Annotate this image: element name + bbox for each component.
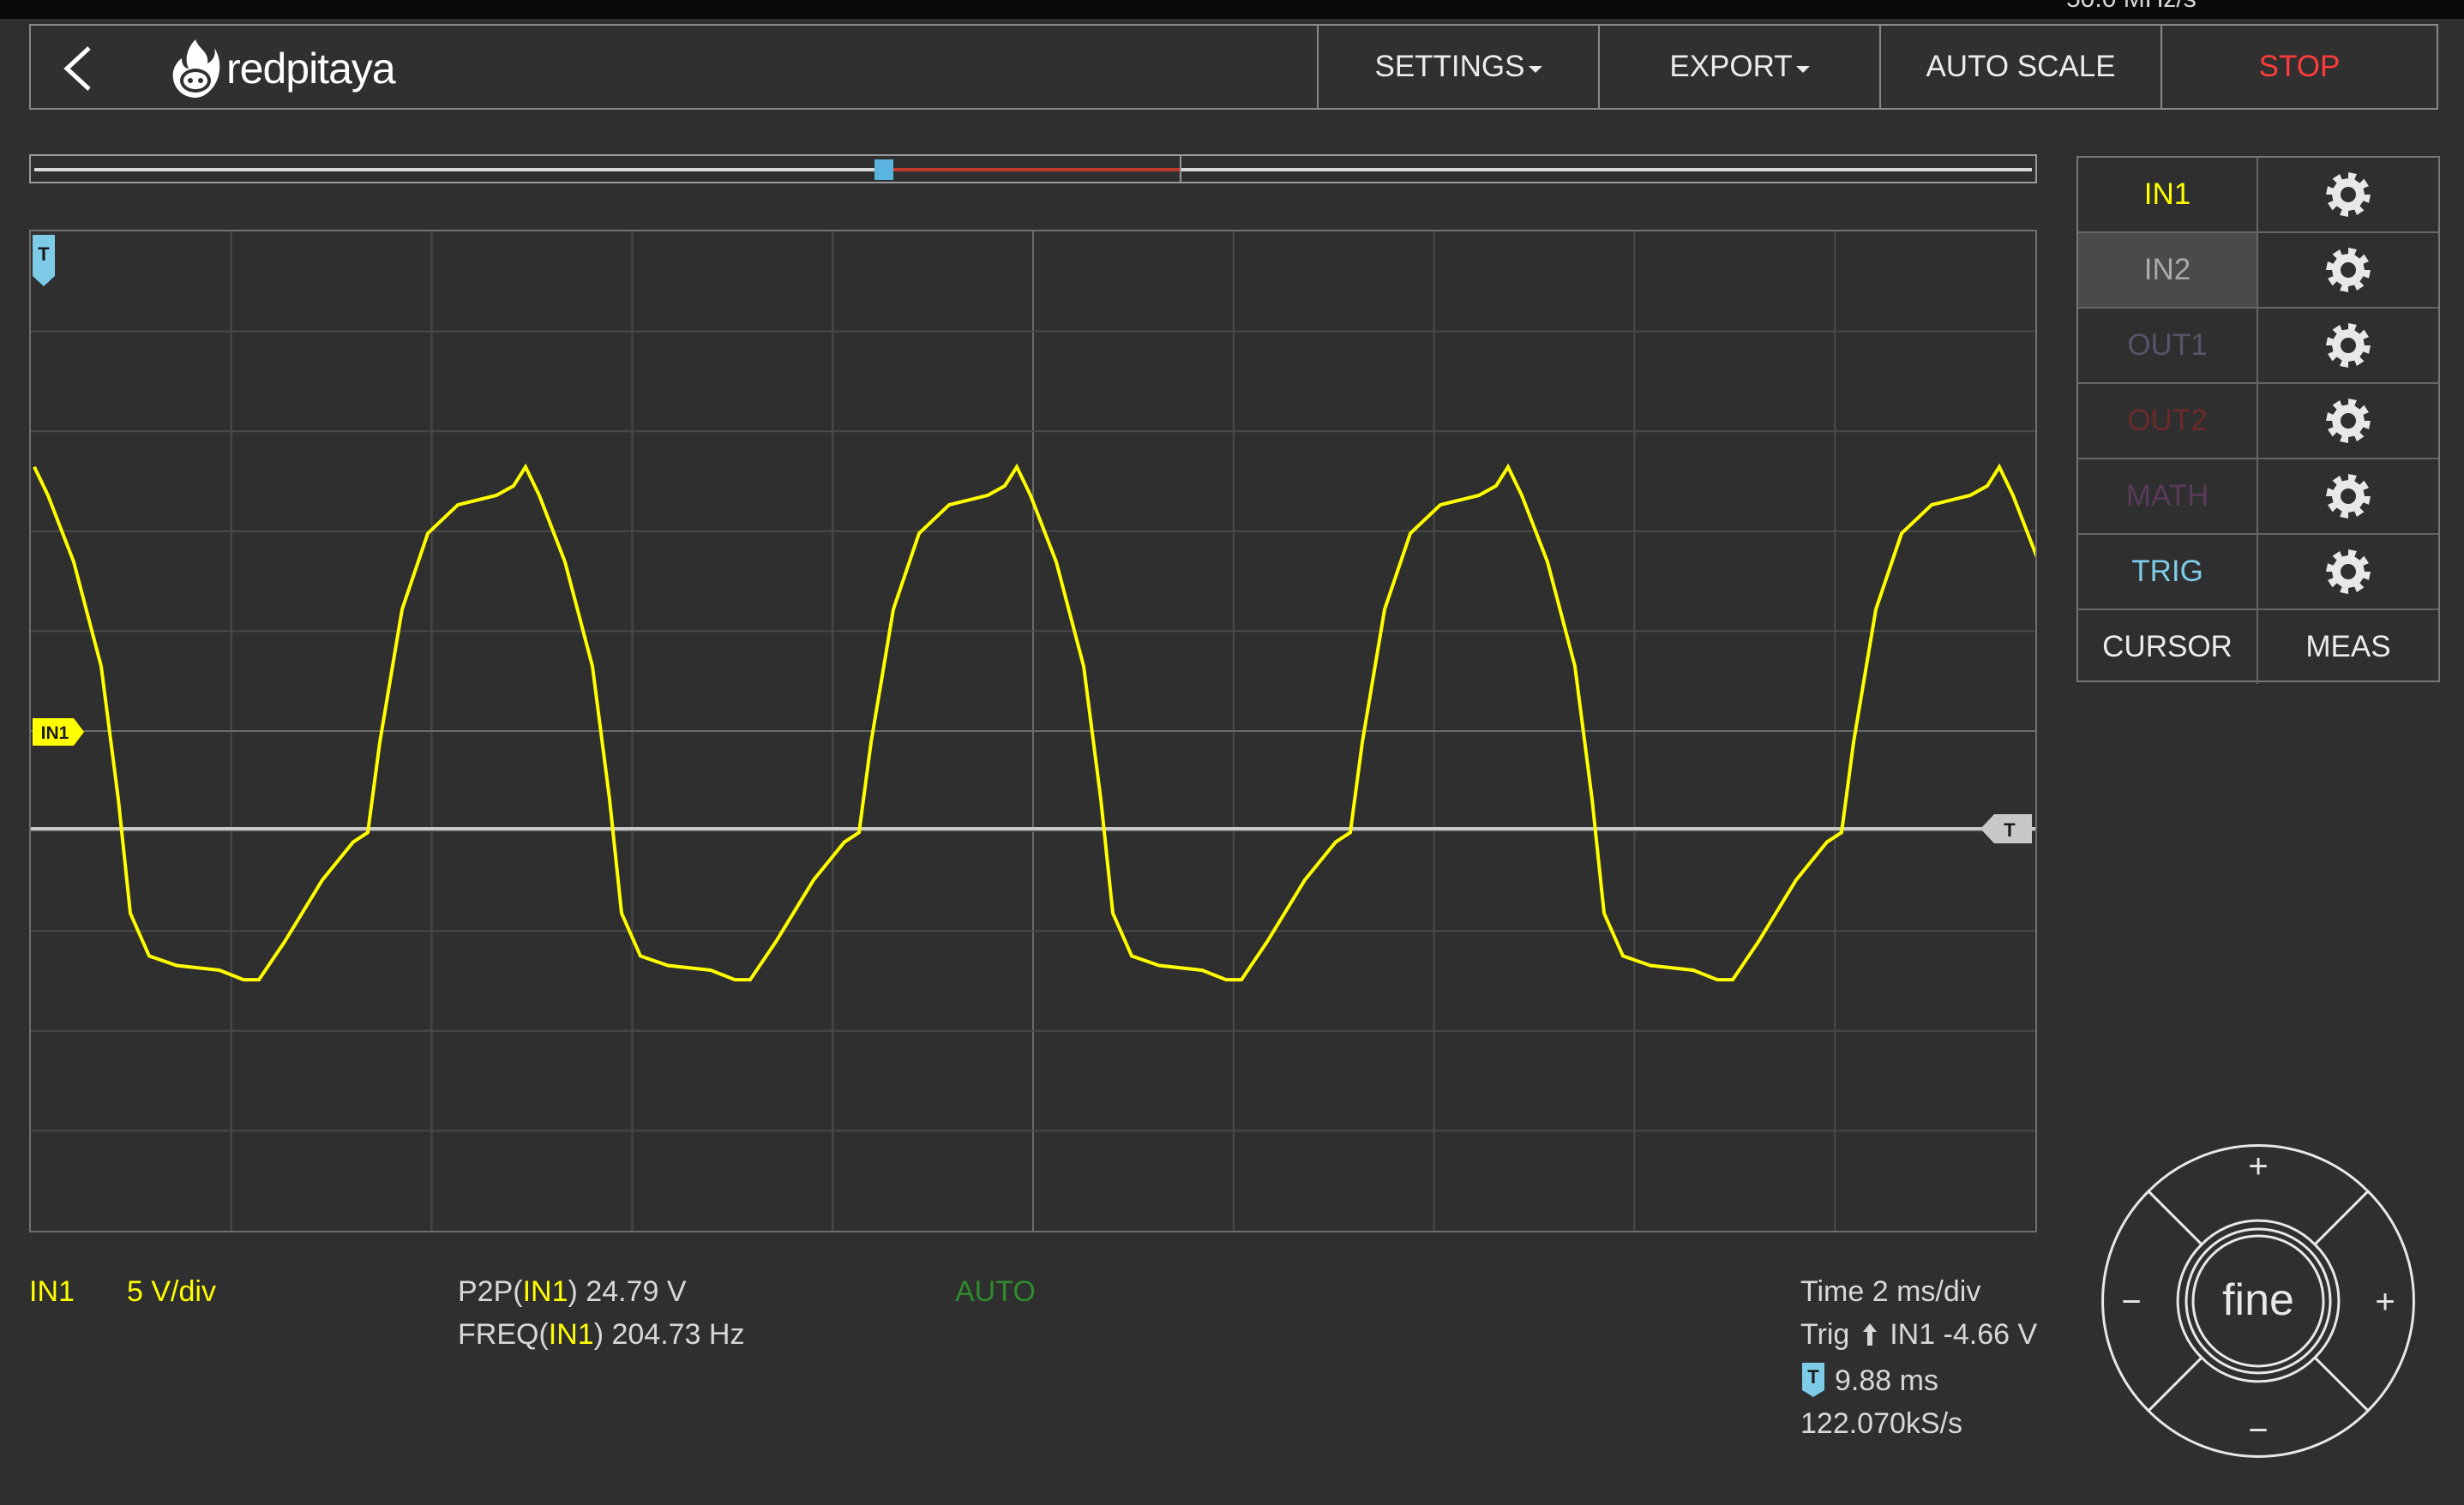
dial-minus-bottom: − — [2248, 1412, 2268, 1449]
trig-settings-button[interactable] — [2258, 535, 2438, 609]
caret-down-icon — [1795, 66, 1810, 73]
gear-icon — [2326, 549, 2371, 594]
p2p-value: ) 24.79 V — [568, 1275, 687, 1308]
delay-value: 9.88 ms — [1835, 1364, 1938, 1397]
timeline-divider — [1180, 156, 1181, 182]
trigger-marker-label: T — [38, 243, 50, 265]
logo-text: redpitaya — [226, 45, 396, 93]
out1-settings-button[interactable] — [2258, 309, 2438, 382]
in2-settings-button[interactable] — [2258, 233, 2438, 307]
trig-value: IN1 -4.66 V — [1890, 1318, 2038, 1351]
in1-waveform — [33, 463, 2035, 982]
auto-scale-button[interactable]: AUTO SCALE — [1879, 26, 2161, 108]
meas-button[interactable]: MEAS — [2258, 610, 2438, 684]
gear-icon — [2326, 248, 2371, 292]
timeline-view-window — [890, 168, 1181, 171]
gear-icon — [2326, 323, 2371, 368]
cursor-button[interactable]: CURSOR — [2078, 610, 2258, 684]
channel-row-out2: OUT2 — [2078, 384, 2438, 459]
stop-label: STOP — [2258, 50, 2341, 83]
export-menu-button[interactable]: EXPORT — [1598, 26, 1879, 108]
in1-channel-button[interactable]: IN1 — [2078, 158, 2258, 231]
p2p-prefix: P2P( — [458, 1275, 523, 1308]
trigger-badge-label: T — [1807, 1366, 1819, 1388]
math-settings-button[interactable] — [2258, 459, 2438, 533]
export-label: EXPORT — [1669, 50, 1793, 83]
acquisition-mode: AUTO — [955, 1275, 1036, 1308]
back-arrow-icon[interactable] — [58, 45, 101, 93]
trigger-info: Trig IN1 -4.66 V — [1800, 1318, 2037, 1352]
timeline-trigger-handle[interactable] — [874, 159, 893, 180]
gear-icon — [2326, 474, 2371, 519]
trigger-delay: T 9.88 ms — [1800, 1361, 1938, 1399]
channel-scale: 5 V/div — [127, 1275, 216, 1308]
freq-value: ) 204.73 Hz — [593, 1318, 745, 1351]
trig-channel-button[interactable]: TRIG — [2078, 535, 2258, 609]
channel-row-in2: IN2 — [2078, 233, 2438, 309]
freq-prefix: FREQ( — [458, 1318, 549, 1351]
dial-fine-label: fine — [2222, 1275, 2294, 1325]
tools-row: CURSOR MEAS — [2078, 610, 2438, 686]
top-readout: 50.0 MHz/s — [2066, 0, 2197, 14]
in1-offset-marker[interactable]: IN1 — [33, 718, 84, 746]
channel-row-out1: OUT1 — [2078, 309, 2438, 384]
channel-row-in1: IN1 — [2078, 158, 2438, 233]
trigger-level-label: T — [2004, 819, 2016, 841]
trigger-position-marker[interactable]: T — [33, 235, 55, 286]
out2-channel-button[interactable]: OUT2 — [2078, 384, 2258, 458]
dial-plus-top: + — [2248, 1148, 2268, 1185]
freq-measurement: FREQ(IN1) 204.73 Hz — [458, 1318, 744, 1352]
trigger-badge-icon: T — [1802, 1363, 1824, 1397]
settings-label: SETTINGS — [1374, 50, 1525, 83]
flame-logo-icon — [172, 39, 220, 98]
top-strip: 50.0 MHz/s — [0, 0, 2464, 19]
channel-label: IN1 — [29, 1275, 75, 1308]
auto-scale-label: AUTO SCALE — [1926, 50, 2116, 83]
dial-minus-left: − — [2121, 1283, 2141, 1321]
rising-edge-arrow-icon — [1862, 1323, 1877, 1346]
time-base: Time 2 ms/div — [1800, 1275, 1981, 1308]
dial-plus-right: + — [2375, 1283, 2395, 1321]
settings-menu-button[interactable]: SETTINGS — [1317, 26, 1598, 108]
caret-down-icon — [1528, 66, 1542, 73]
navigation-dial: fine + + − − — [2101, 1144, 2415, 1458]
in1-settings-button[interactable] — [2258, 158, 2438, 231]
header-bar: redpitaya SETTINGS EXPORT AUTO SCALE STO… — [29, 24, 2438, 110]
scope-canvas: T IN1 T — [31, 231, 2035, 1231]
out1-channel-button[interactable]: OUT1 — [2078, 309, 2258, 382]
scope-grid — [31, 231, 2035, 1231]
buffer-timeline[interactable] — [29, 154, 2037, 183]
in2-channel-button[interactable]: IN2 — [2078, 233, 2258, 307]
channel-row-trig: TRIG — [2078, 535, 2438, 610]
sample-rate: 122.070kS/s — [1800, 1407, 1963, 1440]
out2-settings-button[interactable] — [2258, 384, 2438, 458]
gear-icon — [2326, 399, 2371, 443]
freq-channel: IN1 — [548, 1318, 594, 1351]
trigger-level-marker[interactable]: T — [1980, 814, 2032, 843]
channel-row-math: MATH — [2078, 459, 2438, 535]
stop-button[interactable]: STOP — [2161, 26, 2437, 108]
gear-icon — [2326, 172, 2371, 217]
trig-label: Trig — [1800, 1318, 1850, 1351]
in1-marker-label: IN1 — [41, 723, 69, 743]
p2p-measurement: P2P(IN1) 24.79 V — [458, 1275, 687, 1309]
channel-panel: IN1 IN2 OUT1 OUT2 MATH TRIG CURSOR MEAS — [2076, 156, 2440, 684]
redpitaya-logo: redpitaya — [170, 38, 396, 99]
math-channel-button[interactable]: MATH — [2078, 459, 2258, 533]
scope-display[interactable]: T IN1 T — [29, 230, 2037, 1232]
p2p-channel: IN1 — [522, 1275, 568, 1308]
